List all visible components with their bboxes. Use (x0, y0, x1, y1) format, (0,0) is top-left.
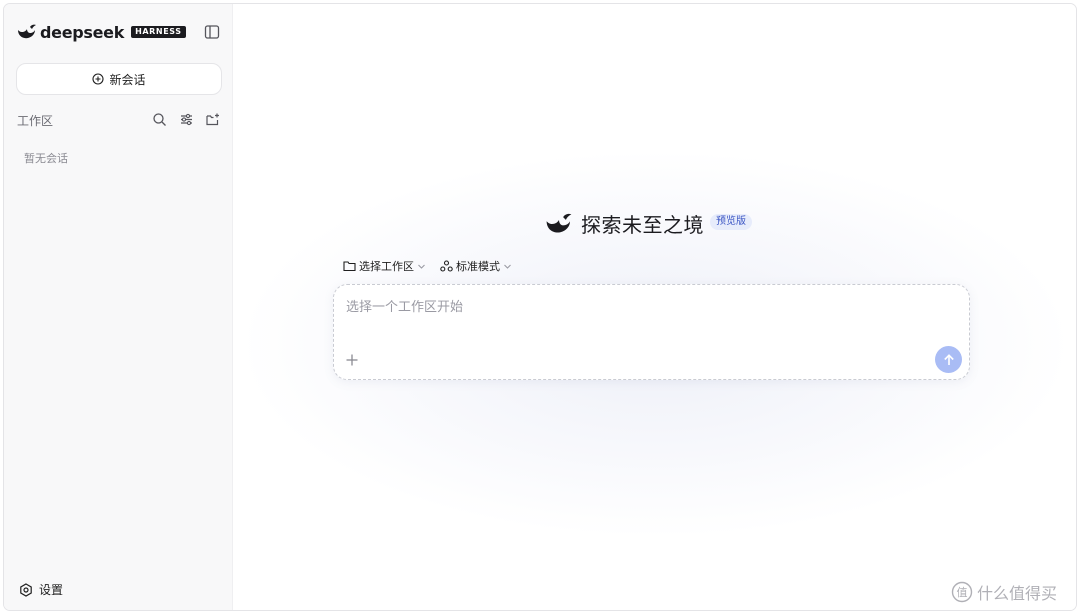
settings-label: 设置 (39, 583, 64, 597)
svg-text:值: 值 (957, 586, 968, 599)
workspace-title: 工作区 (17, 114, 54, 128)
plus-circle-icon (92, 73, 105, 85)
settings-button[interactable]: 设置 (19, 581, 63, 598)
brand-badge: HARNESS (131, 26, 186, 38)
whale-logo-icon (546, 213, 572, 233)
sidebar-toggle-icon[interactable] (204, 24, 220, 40)
hero-title: 探索未至之境 (581, 213, 704, 237)
send-button[interactable] (935, 346, 962, 373)
arrow-up-icon (943, 353, 954, 365)
mode-select-label: 标准模式 (456, 260, 500, 273)
brand-name: deepseek (40, 22, 125, 42)
new-chat-button[interactable]: 新会话 (16, 63, 222, 95)
new-folder-icon[interactable] (205, 112, 220, 127)
workspace-select[interactable]: 选择工作区 (343, 258, 426, 274)
filter-icon[interactable] (179, 112, 194, 127)
watermark-logo-icon: 值 (951, 581, 973, 603)
brand-logo: deepseek HARNESS (17, 21, 186, 43)
workspace-select-label: 选择工作区 (359, 260, 414, 273)
preview-badge: 预览版 (710, 213, 752, 230)
whale-logo-icon (18, 24, 36, 39)
mode-select[interactable]: 标准模式 (440, 258, 512, 274)
chevron-down-icon (418, 264, 425, 269)
message-composer (333, 284, 970, 380)
mode-icon (440, 260, 453, 272)
sidebar: deepseek HARNESS 新会话 工作区 暂无会话 设置 (4, 4, 233, 610)
empty-sessions-text: 暂无会话 (24, 152, 68, 165)
add-attachment-icon[interactable] (343, 351, 361, 369)
watermark-text: 什么值得买 (977, 584, 1058, 603)
search-icon[interactable] (152, 112, 167, 127)
chevron-down-icon (504, 264, 511, 269)
gear-icon (20, 582, 32, 597)
app-window: deepseek HARNESS 新会话 工作区 暂无会话 设置 探索未至之境 … (3, 3, 1077, 611)
workspace-header: 工作区 (17, 110, 222, 130)
folder-icon (343, 261, 356, 272)
watermark: 值 什么值得买 (951, 580, 1057, 604)
new-chat-label: 新会话 (109, 72, 146, 87)
main-panel: 探索未至之境 预览版 选择工作区 标准模式 (233, 4, 1076, 610)
message-input[interactable] (346, 297, 906, 317)
composer-toolbar: 选择工作区 标准模式 (343, 258, 512, 274)
hero-heading: 探索未至之境 预览版 (545, 209, 752, 238)
